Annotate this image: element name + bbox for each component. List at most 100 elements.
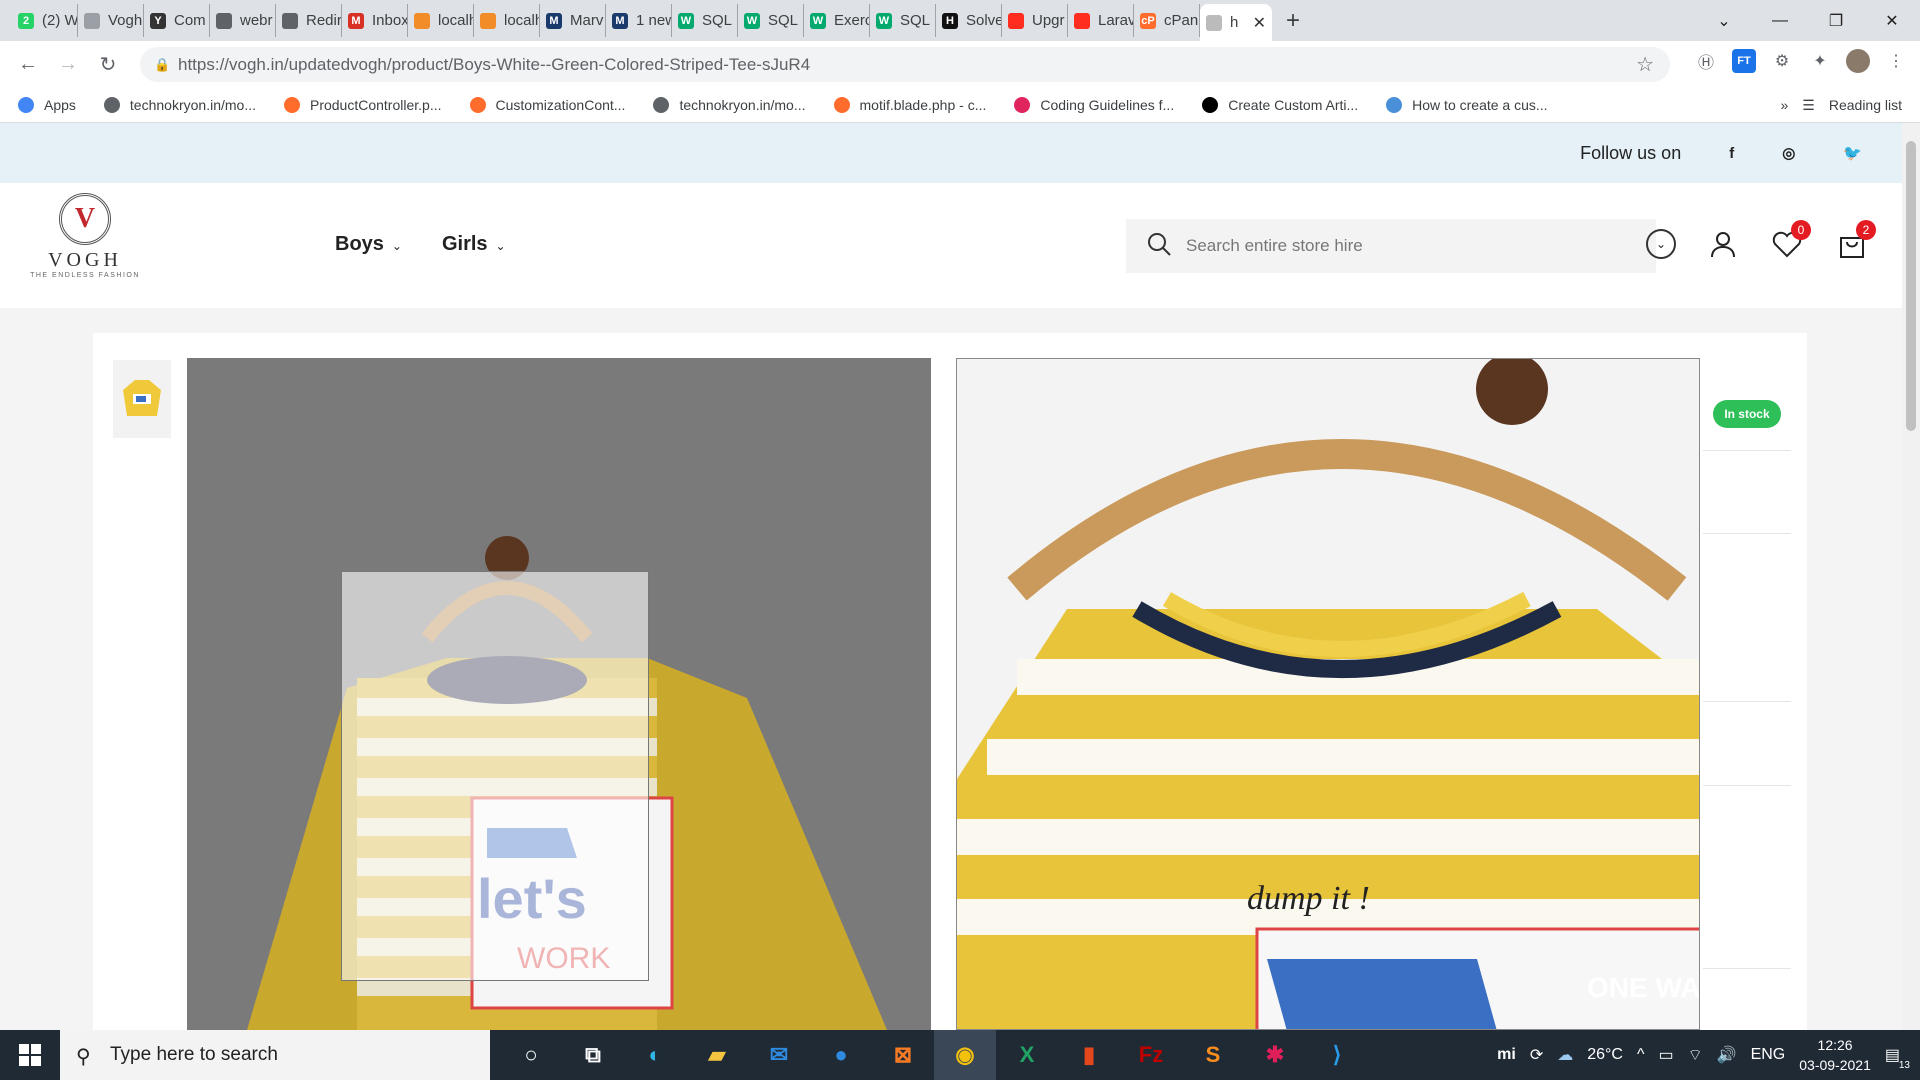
bookmark-item[interactable]: CustomizationCont... <box>469 97 625 113</box>
facebook-icon[interactable]: f <box>1729 145 1734 162</box>
notification-count: 13 <box>1898 1060 1910 1071</box>
browser-tab[interactable]: M Marv <box>540 4 606 37</box>
browser-tab[interactable]: Vogh <box>78 4 144 37</box>
extension-gear-icon[interactable]: ⚙ <box>1770 49 1794 73</box>
bookmark-item[interactable]: How to create a cus... <box>1386 97 1548 113</box>
xampp-icon[interactable]: ⊠ <box>872 1030 934 1080</box>
reload-icon[interactable]: ↻ <box>88 52 128 77</box>
chrome-icon[interactable]: ◉ <box>934 1030 996 1080</box>
bookmark-item[interactable]: ProductController.p... <box>283 97 442 113</box>
tab-search-icon[interactable]: ⌄ <box>1696 11 1752 31</box>
url-text[interactable]: https://vogh.in/updatedvogh/product/Boys… <box>178 55 810 75</box>
browser-tab[interactable]: Larav <box>1068 4 1134 37</box>
wishlist-button[interactable]: 0 <box>1771 220 1811 260</box>
extensions-puzzle-icon[interactable]: ✦ <box>1808 49 1832 73</box>
browser-tab[interactable]: 2 (2) W <box>12 4 78 37</box>
windows-start-icon[interactable] <box>0 1030 60 1080</box>
browser-menu-icon[interactable]: ⋮ <box>1884 49 1908 73</box>
product-main-image[interactable]: let's WORK <box>187 358 931 1030</box>
w3schools-icon: W <box>678 12 694 29</box>
scrollbar-thumb[interactable] <box>1906 141 1916 431</box>
lock-icon[interactable]: 🔒 <box>154 57 170 73</box>
edge-icon[interactable]: ◐ <box>624 1030 686 1080</box>
browser-tab[interactable]: W SQL <box>672 4 738 37</box>
office-icon[interactable]: ▮ <box>1058 1030 1120 1080</box>
browser-tab[interactable]: W SQL <box>738 4 804 37</box>
notifications-icon[interactable]: ▤ 13 <box>1885 1045 1910 1071</box>
bookmark-item[interactable]: technokryon.in/mo... <box>103 97 256 113</box>
sublime-icon[interactable]: S <box>1182 1030 1244 1080</box>
bookmark-label: Apps <box>44 97 76 113</box>
profile-avatar[interactable] <box>1846 49 1870 73</box>
volume-icon[interactable]: 🔊 <box>1717 1045 1737 1065</box>
filezilla-icon[interactable]: Fz <box>1120 1030 1182 1080</box>
bookmark-item[interactable]: Create Custom Arti... <box>1202 97 1358 113</box>
twitter-icon[interactable]: 🐦 <box>1843 144 1862 162</box>
new-tab-icon[interactable]: + <box>1286 7 1300 35</box>
restore-icon[interactable]: ❐ <box>1808 11 1864 31</box>
close-window-icon[interactable]: ✕ <box>1864 11 1920 31</box>
minimize-icon[interactable]: — <box>1752 12 1808 30</box>
url-bar[interactable]: 🔒 https://vogh.in/updatedvogh/product/Bo… <box>140 47 1670 82</box>
taskbar-search-input[interactable]: ⚲ Type here to search <box>60 1030 490 1080</box>
reading-list-icon[interactable]: ☰ <box>1802 97 1815 114</box>
browser-tab[interactable]: H Solve <box>936 4 1002 37</box>
browser-tab[interactable]: cP cPan <box>1134 4 1200 37</box>
mi-icon[interactable]: mi <box>1497 1046 1516 1064</box>
extension-h-icon[interactable]: Ⓗ <box>1694 49 1718 73</box>
forward-icon[interactable]: → <box>48 53 88 76</box>
menu-label: Girls <box>441 233 488 255</box>
tshirt-thumbnail-image <box>123 380 161 416</box>
excel-icon[interactable]: X <box>996 1030 1058 1080</box>
search-dropdown-icon[interactable]: ⌄ <box>1646 229 1676 259</box>
language-indicator[interactable]: ENG <box>1751 1046 1786 1064</box>
bookmark-item[interactable]: motif.blade.php - c... <box>833 97 986 113</box>
browser-tab[interactable]: M 1 new <box>606 4 672 37</box>
more-bookmarks-button[interactable]: » <box>1780 97 1788 113</box>
vscode-icon[interactable]: ⟩ <box>1306 1030 1368 1080</box>
cpanel-icon <box>283 97 300 113</box>
back-icon[interactable]: ← <box>8 53 48 76</box>
page-scrollbar[interactable] <box>1902 123 1920 1030</box>
bookmark-star-icon[interactable]: ☆ <box>1636 52 1654 77</box>
sync-icon[interactable]: ⟳ <box>1530 1045 1543 1065</box>
wifi-icon[interactable]: ⌔ <box>1688 1045 1703 1065</box>
browser-tab[interactable]: Upgr <box>1002 4 1068 37</box>
reading-list-label[interactable]: Reading list <box>1829 97 1902 113</box>
browser-tab[interactable]: W SQL <box>870 4 936 37</box>
browser-tab[interactable]: Redir <box>276 4 342 37</box>
laravel-icon <box>1014 97 1031 113</box>
cart-button[interactable]: 2 <box>1836 220 1876 260</box>
weather-icon[interactable]: ☁ <box>1557 1045 1573 1065</box>
account-icon[interactable]: ● <box>810 1030 872 1080</box>
mail-icon[interactable]: ✉ <box>748 1030 810 1080</box>
menu-item-boys[interactable]: Boys ⌄ <box>335 233 402 256</box>
browser-tab-active[interactable]: h ✕ <box>1200 4 1272 41</box>
weather-temp[interactable]: 26°C <box>1587 1046 1623 1064</box>
browser-tab[interactable]: M Inbox <box>342 4 408 37</box>
tab-label: webr <box>240 12 273 29</box>
cortana-icon[interactable]: ○ <box>500 1030 562 1080</box>
close-tab-icon[interactable]: ✕ <box>1253 13 1266 33</box>
menu-item-girls[interactable]: Girls ⌄ <box>442 233 506 256</box>
chevron-up-icon[interactable]: ^ <box>1637 1046 1645 1064</box>
clock[interactable]: 12:26 03-09-2021 <box>1799 1035 1871 1075</box>
battery-icon[interactable]: ▭ <box>1658 1045 1673 1065</box>
slack-icon[interactable]: ✱ <box>1244 1030 1306 1080</box>
bookmark-item[interactable]: Apps <box>18 97 76 113</box>
product-thumbnail[interactable] <box>113 360 171 438</box>
bookmark-item[interactable]: technokryon.in/mo... <box>653 97 806 113</box>
task-view-icon[interactable]: ⧉ <box>562 1030 624 1080</box>
browser-tab[interactable]: Y Com <box>144 4 210 37</box>
store-search-input[interactable]: Search entire store hire <box>1126 219 1656 273</box>
browser-tab[interactable]: localh <box>408 4 474 37</box>
browser-tab[interactable]: localh <box>474 4 540 37</box>
browser-tab[interactable]: webr <box>210 4 276 37</box>
user-icon[interactable] <box>1707 228 1739 260</box>
file-explorer-icon[interactable]: ▰ <box>686 1030 748 1080</box>
instagram-icon[interactable]: ◎ <box>1782 144 1795 162</box>
bookmark-item[interactable]: Coding Guidelines f... <box>1014 97 1174 113</box>
site-logo[interactable]: V VOGH THE ENDLESS FASHION <box>30 193 140 293</box>
extension-ft-icon[interactable]: FT <box>1732 49 1756 73</box>
browser-tab[interactable]: W Exerc <box>804 4 870 37</box>
